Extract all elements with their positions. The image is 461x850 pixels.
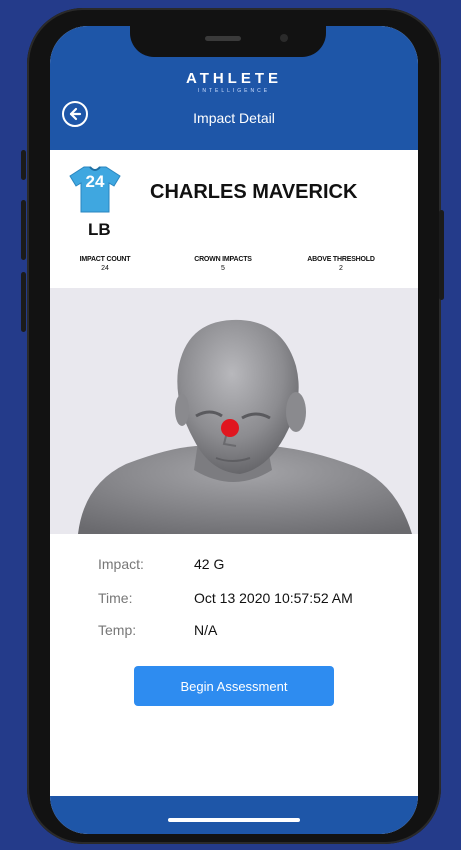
player-position: LB [88, 220, 111, 239]
player-name: CHARLES MAVERICK [150, 181, 358, 203]
time-label: Time: [98, 590, 133, 606]
temp-value: N/A [194, 622, 218, 638]
impact-value: 42 G [194, 556, 225, 572]
app-footer-bar [50, 796, 418, 834]
impact-location-marker [221, 419, 239, 437]
front-camera [280, 34, 288, 42]
time-value: Oct 13 2020 10:57:52 AM [194, 590, 353, 606]
home-indicator[interactable] [168, 818, 300, 822]
side-button [21, 150, 26, 180]
stat-label: IMPACT COUNT [79, 256, 131, 263]
stat-impact-count: IMPACT COUNT 24 [64, 256, 146, 272]
volume-up-button [21, 200, 26, 260]
stat-crown-impacts: CROWN IMPACTS 5 [178, 256, 268, 272]
phone-notch [130, 23, 326, 57]
volume-down-button [21, 272, 26, 332]
app-screen: ATHLETE INTELLIGENCE Impact Detail 24 LB… [50, 26, 418, 834]
stat-value: 5 [221, 265, 225, 272]
brand-logo-subtext: INTELLIGENCE [197, 88, 271, 94]
impact-label: Impact: [98, 556, 144, 572]
page-title: Impact Detail [193, 110, 275, 126]
head-model-image [78, 319, 412, 534]
stat-value: 24 [101, 265, 109, 272]
speaker-grille [205, 36, 241, 41]
stat-label: ABOVE THRESHOLD [307, 256, 375, 263]
head-model-panel [50, 288, 418, 534]
temp-label: Temp: [98, 622, 137, 638]
power-button [439, 210, 444, 300]
jersey-number: 24 [85, 172, 105, 191]
begin-assessment-button[interactable]: Begin Assessment [134, 666, 334, 706]
stat-above-threshold: ABOVE THRESHOLD 2 [288, 256, 394, 272]
brand-logo: ATHLETE [185, 70, 283, 87]
stat-label: CROWN IMPACTS [194, 256, 252, 263]
stat-value: 2 [339, 265, 343, 272]
